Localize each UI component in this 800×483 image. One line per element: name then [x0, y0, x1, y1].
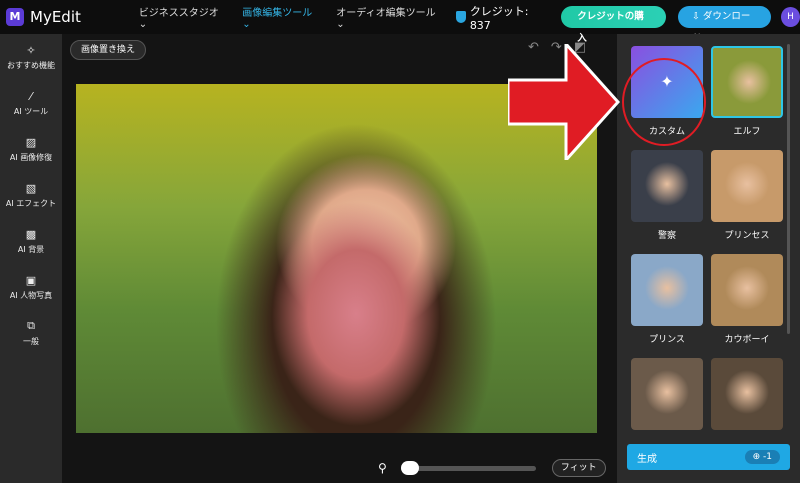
nav-business-studio[interactable]: ビジネススタジオ ⌄	[139, 4, 227, 30]
style-label: プリンセス	[724, 231, 770, 241]
style-thumbnail	[711, 46, 783, 118]
sidebar-item-ai-repair[interactable]: ▨ AI 画像修復	[0, 126, 62, 172]
style-label: 警察	[657, 231, 676, 241]
sparkle-icon: ✧	[26, 43, 36, 57]
style-label: プリンス	[649, 335, 685, 345]
red-arrow-annotation	[508, 44, 620, 160]
style-card[interactable]: カウボーイ	[711, 254, 783, 358]
download-button[interactable]: ⇩ ダウンロード	[677, 6, 771, 44]
style-card[interactable]: プリンス	[631, 254, 703, 358]
generate-button[interactable]: 生成 ⊕ -1	[627, 444, 790, 470]
logo-icon: M	[6, 8, 24, 26]
zoom-icon[interactable]: ⚲	[378, 461, 387, 475]
replace-image-button[interactable]: 画像置き換え	[70, 40, 147, 60]
style-card[interactable]: エルフ	[711, 46, 783, 150]
app-name: MyEdit	[30, 8, 81, 26]
style-card[interactable]: 警察	[631, 150, 703, 254]
background-icon: ▩	[25, 227, 37, 241]
image-repair-icon: ▨	[25, 135, 37, 149]
fit-button[interactable]: フィット	[551, 459, 606, 477]
sidebar-item-recommended[interactable]: ✧ おすすめ機能	[0, 34, 62, 80]
credit-cost: ⊕ -1	[744, 450, 780, 464]
top-bar: M MyEdit ビジネススタジオ ⌄ 画像編集ツール ⌄ オーディオ編集ツール …	[0, 0, 800, 44]
sidebar-item-ai-effect[interactable]: ▧ AI エフェクト	[0, 172, 62, 218]
style-thumbnail	[711, 358, 783, 430]
style-label: エルフ	[733, 127, 761, 137]
style-thumbnail	[711, 254, 783, 326]
sidebar-item-ai-portrait[interactable]: ▣ AI 人物写真	[0, 264, 62, 310]
nav-audio-edit[interactable]: オーディオ編集ツール ⌄	[336, 4, 442, 30]
sidebar-item-ai-tools[interactable]: ⁄ AI ツール	[0, 80, 62, 126]
image-effect-icon: ▧	[25, 181, 37, 195]
credits: クレジット: 837	[456, 3, 549, 32]
red-circle-annotation	[622, 58, 706, 146]
scrollbar[interactable]	[787, 44, 790, 334]
zoom-slider[interactable]	[400, 460, 536, 475]
sidebar: ✧ おすすめ機能 ⁄ AI ツール ▨ AI 画像修復 ▧ AI エフェクト ▩ AI 背…	[0, 34, 62, 483]
buy-credits-button[interactable]: クレジットの購入	[561, 6, 666, 44]
credit-icon	[456, 11, 466, 23]
style-thumbnail	[631, 358, 703, 430]
zoom-slider-knob[interactable]	[400, 460, 419, 475]
style-thumbnail	[711, 150, 783, 222]
magic-wand-icon: ⁄	[30, 89, 32, 103]
logo[interactable]: M MyEdit	[6, 8, 121, 26]
style-card[interactable]: プリンセス	[711, 150, 783, 254]
style-thumbnail	[631, 254, 703, 326]
sidebar-item-ai-background[interactable]: ▩ AI 背景	[0, 218, 62, 264]
style-thumbnail	[631, 150, 703, 222]
portrait-icon: ▣	[25, 273, 37, 287]
zoom-controls: ⚲ フィット	[378, 459, 606, 477]
sidebar-item-general[interactable]: ⧉ 一般	[0, 310, 62, 356]
avatar[interactable]: H	[780, 7, 800, 27]
layers-icon: ⧉	[27, 319, 35, 332]
style-label: カウボーイ	[724, 335, 770, 345]
nav-image-edit[interactable]: 画像編集ツール ⌄	[242, 4, 320, 30]
